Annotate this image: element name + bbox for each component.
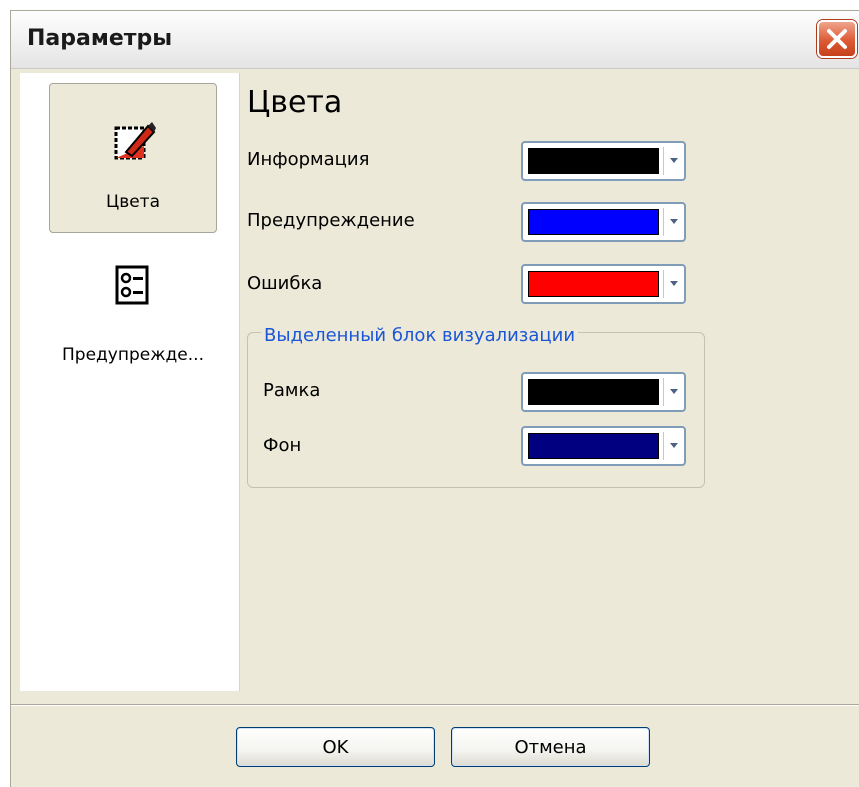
title-bar[interactable]: Параметры bbox=[11, 11, 859, 69]
groupbox-title: Выделенный блок визуализации bbox=[261, 325, 579, 346]
palette-icon bbox=[114, 122, 156, 160]
options-dialog: Параметры Цвета Предупрежде... Цвета Инф… bbox=[10, 10, 859, 787]
chevron-down-icon bbox=[670, 443, 678, 448]
warning-color-dropdown[interactable] bbox=[521, 202, 686, 242]
sidebar-item-label: Цвета bbox=[106, 192, 160, 212]
information-color-label: Информация bbox=[247, 149, 370, 170]
combo-separator bbox=[663, 147, 664, 175]
sidebar-item-colors[interactable]: Цвета bbox=[49, 83, 217, 233]
frame-color-dropdown[interactable] bbox=[521, 372, 686, 412]
chevron-down-icon bbox=[670, 281, 678, 286]
error-color-dropdown[interactable] bbox=[521, 264, 686, 304]
combo-separator bbox=[663, 432, 664, 460]
background-color-dropdown[interactable] bbox=[521, 426, 686, 466]
combo-separator bbox=[663, 270, 664, 298]
color-swatch bbox=[528, 271, 659, 297]
error-color-label: Ошибка bbox=[247, 273, 323, 294]
sidebar-item-label: Предупрежде... bbox=[62, 345, 204, 365]
footer-divider bbox=[11, 704, 859, 706]
warnings-list-icon bbox=[115, 265, 149, 305]
color-swatch bbox=[528, 433, 659, 459]
color-swatch bbox=[528, 379, 659, 405]
window-title: Параметры bbox=[27, 26, 173, 51]
close-icon bbox=[827, 29, 847, 49]
background-color-label: Фон bbox=[263, 435, 302, 456]
color-swatch bbox=[528, 209, 659, 235]
information-color-dropdown[interactable] bbox=[521, 141, 686, 181]
sidebar: Цвета Предупрежде... bbox=[20, 73, 240, 691]
cancel-button[interactable]: Отмена bbox=[451, 727, 650, 767]
frame-color-label: Рамка bbox=[263, 380, 321, 401]
section-title: Цвета bbox=[247, 85, 343, 120]
ok-button[interactable]: OK bbox=[236, 727, 435, 767]
sidebar-item-warnings[interactable]: Предупрежде... bbox=[49, 248, 217, 398]
color-swatch bbox=[528, 148, 659, 174]
close-button[interactable] bbox=[817, 20, 857, 58]
chevron-down-icon bbox=[670, 389, 678, 394]
combo-separator bbox=[663, 208, 664, 236]
chevron-down-icon bbox=[670, 219, 678, 224]
combo-separator bbox=[663, 378, 664, 406]
chevron-down-icon bbox=[670, 158, 678, 163]
warning-color-label: Предупреждение bbox=[247, 210, 415, 231]
